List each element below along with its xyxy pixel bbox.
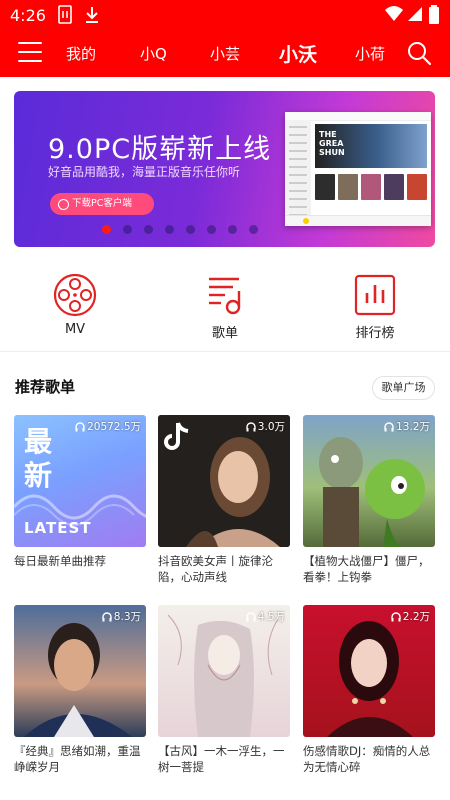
banner-dot[interactable] xyxy=(207,225,216,234)
portrait-graphic xyxy=(327,621,413,737)
play-count-value: 20572.5万 xyxy=(87,421,141,433)
signal-icon xyxy=(408,7,422,21)
tab-xiaowo[interactable]: 小沃 xyxy=(279,40,317,67)
cover-tag: LATEST xyxy=(24,519,92,537)
banner-dot[interactable] xyxy=(123,225,132,234)
play-count: 13.2万 xyxy=(384,419,430,434)
search-icon[interactable] xyxy=(406,40,432,66)
cover-text: 最 xyxy=(24,425,53,458)
entry-mv-label: MV xyxy=(64,322,86,337)
playlist-cover: 最新 LATEST 20572.5万 xyxy=(14,415,146,547)
recommended-playlists-title: 推荐歌单 xyxy=(15,378,76,396)
playlist-name: 『经典』思绪如潮，重温峥嵘岁月 xyxy=(14,744,141,774)
entry-playlist[interactable]: 歌单 xyxy=(185,273,265,341)
tab-mine[interactable]: 我的 xyxy=(66,43,96,64)
banner-subtitle: 好音品用酷我，海量正版音乐任你听 xyxy=(48,165,241,179)
promo-banner[interactable]: 9.0PC版崭新上线 好音品用酷我，海量正版音乐任你听 下载PC客户端 THE G… xyxy=(14,91,435,247)
wifi-icon xyxy=(385,6,403,21)
status-bar: 4:26 xyxy=(0,0,450,30)
play-count: 4.5万 xyxy=(246,609,285,624)
download-icon xyxy=(86,7,98,23)
headphones-icon xyxy=(75,422,85,432)
play-count: 3.0万 xyxy=(246,419,285,434)
headphones-icon xyxy=(391,612,401,622)
play-count-value: 8.3万 xyxy=(113,611,141,623)
playlist-name: 【古风】一木一浮生，一树一菩提 xyxy=(158,744,285,774)
tiktok-logo-icon xyxy=(164,422,189,450)
headphones-icon xyxy=(102,612,112,622)
cover-text: 新 xyxy=(24,459,53,492)
tab-xiaohe[interactable]: 小荷 xyxy=(355,43,385,64)
download-pc-button[interactable]: 下载PC客户端 xyxy=(50,193,154,215)
banner-dot[interactable] xyxy=(249,225,258,234)
headphones-icon xyxy=(246,422,256,432)
entry-playlist-label: 歌单 xyxy=(211,326,238,341)
plants-zombies-graphic xyxy=(319,437,425,547)
playlist-cover: 2.2万 xyxy=(303,605,435,737)
section-divider xyxy=(0,351,450,352)
download-pc-label: 下载PC客户端 xyxy=(72,198,132,209)
playlist-cover: 13.2万 xyxy=(303,415,435,547)
play-count-value: 4.5万 xyxy=(257,611,285,623)
menu-icon[interactable] xyxy=(18,42,42,64)
banner-dot[interactable] xyxy=(102,225,111,234)
banner-pagination xyxy=(102,225,258,235)
film-reel-icon xyxy=(53,273,97,317)
playlist-name: 抖音欧美女声丨旋律沦陷，心动声线 xyxy=(158,554,273,584)
play-count: 2.2万 xyxy=(391,609,430,624)
sim-icon xyxy=(58,5,72,24)
playlist-icon xyxy=(209,277,241,315)
banner-title: 9.0PC版崭新上线 xyxy=(48,134,272,165)
top-nav-bar: 我的 小Q 小芸 小沃 小荷 xyxy=(0,30,450,77)
portrait-graphic xyxy=(24,623,132,737)
play-count-value: 2.2万 xyxy=(402,611,430,623)
playlist-cover: 3.0万 xyxy=(158,415,290,547)
pc-client-screenshot: THE GREA SHUN xyxy=(285,112,431,226)
playlist-square-button[interactable]: 歌单广场 xyxy=(372,376,435,400)
tab-xiaoyun[interactable]: 小芸 xyxy=(210,43,240,64)
banner-dot[interactable] xyxy=(186,225,195,234)
playlist-name: 伤感情歌DJ：痴情的人总为无情心碎 xyxy=(303,744,431,774)
play-count-value: 13.2万 xyxy=(396,421,430,433)
battery-icon xyxy=(429,5,439,24)
banner-dot[interactable] xyxy=(165,225,174,234)
tab-xiaoq[interactable]: 小Q xyxy=(140,43,167,64)
playlist-name: 【植物大战僵尸】僵尸，看拳！上钩拳 xyxy=(303,554,430,584)
playlist-cover: 8.3万 xyxy=(14,605,146,737)
banner-dot[interactable] xyxy=(228,225,237,234)
entry-ranking-label: 排行榜 xyxy=(355,326,395,341)
status-time: 4:26 xyxy=(10,6,46,25)
play-count: 8.3万 xyxy=(102,609,141,624)
play-count-value: 3.0万 xyxy=(257,421,285,433)
ranking-chart-icon xyxy=(354,274,396,316)
headphones-icon xyxy=(384,422,394,432)
entry-mv[interactable]: MV xyxy=(35,273,115,337)
entry-ranking[interactable]: 排行榜 xyxy=(335,273,415,341)
play-count: 20572.5万 xyxy=(75,419,141,434)
banner-dot[interactable] xyxy=(144,225,153,234)
playlist-name: 每日最新单曲推荐 xyxy=(14,554,106,568)
headphones-icon xyxy=(246,612,256,622)
ancient-style-illustration xyxy=(167,614,279,737)
playlist-cover: 4.5万 xyxy=(158,605,290,737)
download-circle-icon xyxy=(58,199,69,210)
